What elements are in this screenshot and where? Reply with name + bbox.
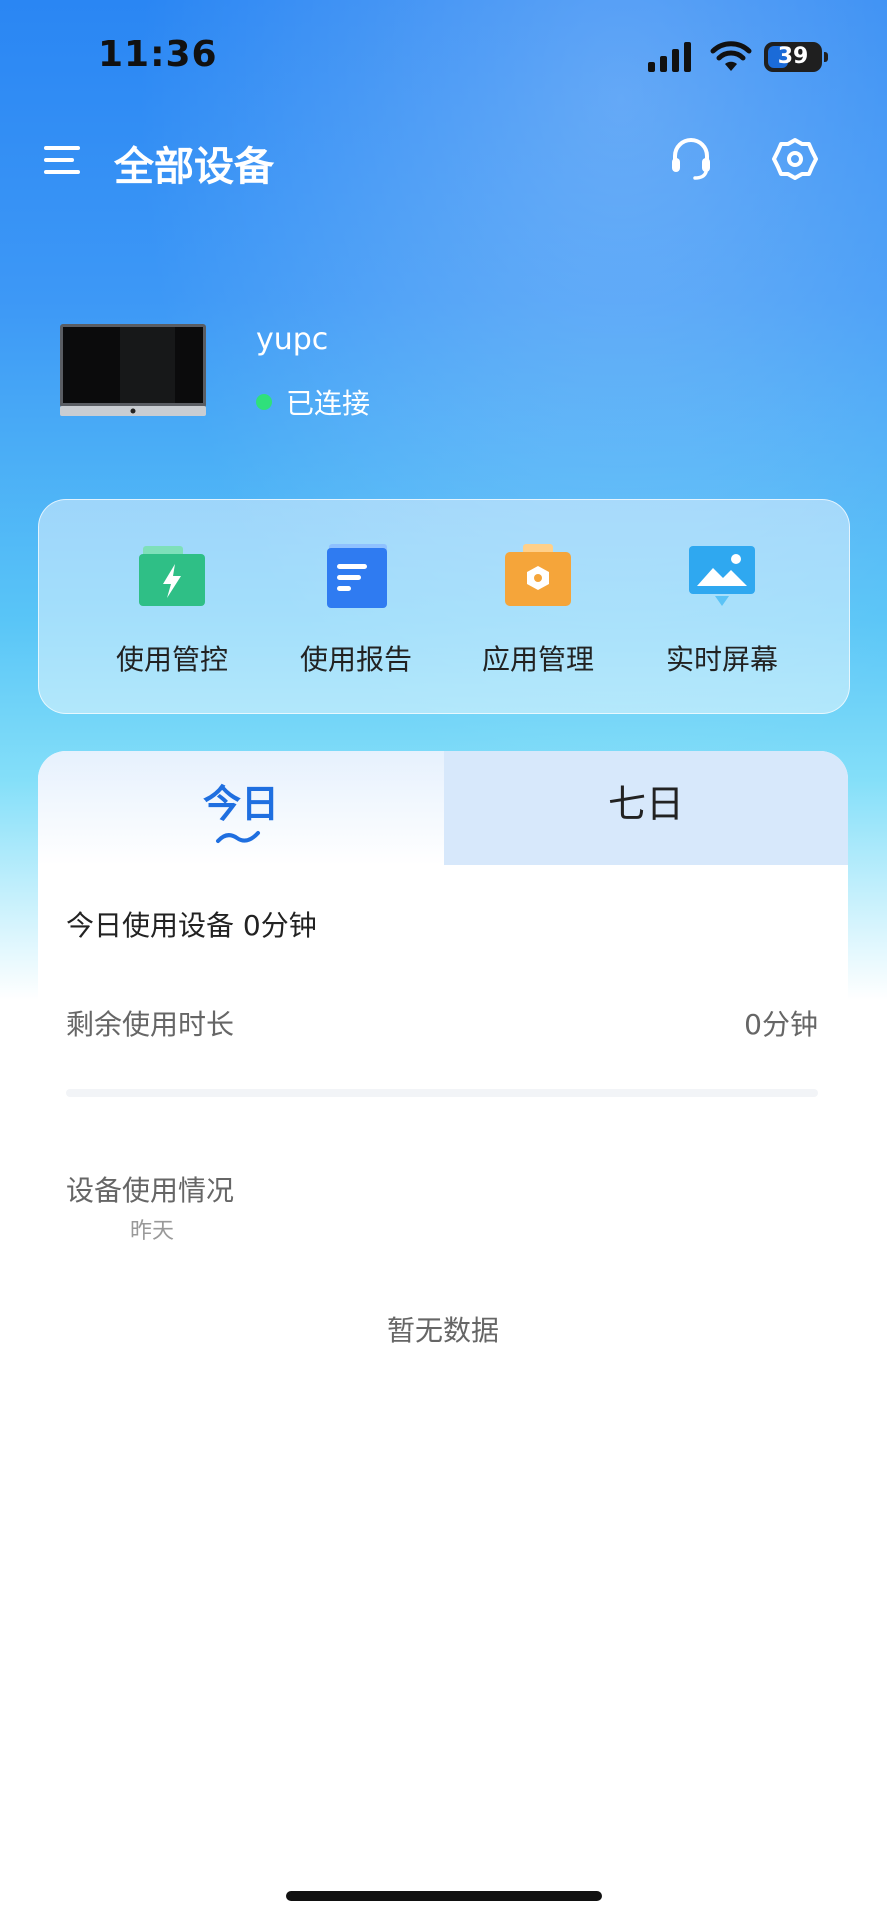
quick-action-label: 实时屏幕 [665, 643, 778, 676]
remaining-time-label: 剩余使用时长 [66, 1008, 235, 1041]
active-tab-indicator-icon [216, 831, 260, 843]
online-dot-icon [256, 394, 272, 410]
device-name: yupc [256, 322, 329, 357]
tab-label: 今日 [202, 782, 279, 826]
usage-control-button[interactable]: 使用管控 [87, 544, 257, 694]
quick-actions-panel: 使用管控 使用报告 应用管理 实时屏幕 [38, 499, 850, 714]
screen-image-icon [689, 546, 755, 606]
remaining-time-row: 剩余使用时长 0分钟 [66, 1003, 818, 1043]
live-screen-button[interactable]: 实时屏幕 [637, 544, 807, 694]
device-monitor-image [60, 324, 206, 416]
status-label: 已连接 [286, 387, 371, 420]
tab-today[interactable]: 今日 [38, 751, 444, 865]
empty-state-text: 暂无数据 [386, 1314, 499, 1347]
usage-section-title: 设备使用情况 [66, 1174, 235, 1207]
page-title: 全部设备 [114, 144, 274, 190]
quick-action-label: 使用管控 [115, 643, 228, 676]
quick-action-label: 使用报告 [299, 643, 412, 676]
tab-bar: 今日 七日 [38, 751, 848, 865]
wifi-icon [710, 41, 752, 71]
divider [66, 1089, 818, 1097]
report-document-icon [327, 544, 387, 608]
gear-icon[interactable] [772, 136, 818, 182]
battery-level: 39 [777, 44, 809, 69]
status-bar: 11:36 39 [0, 0, 887, 110]
tab-label: 七日 [607, 782, 684, 826]
today-usage-text: 今日使用设备 0分钟 [66, 909, 317, 942]
tab-seven-days[interactable]: 七日 [444, 751, 848, 865]
app-folder-icon [505, 544, 571, 606]
device-status: 已连接 [256, 382, 370, 422]
battery-icon: 39 [764, 42, 828, 72]
remaining-time-value: 0分钟 [744, 1008, 818, 1041]
status-time: 11:36 [98, 34, 218, 75]
headset-icon[interactable] [668, 136, 714, 182]
quick-action-label: 应用管理 [481, 643, 594, 676]
home-indicator[interactable] [286, 1891, 602, 1901]
usage-report-button[interactable]: 使用报告 [271, 544, 441, 694]
usage-section-subtitle: 昨天 [130, 1219, 175, 1244]
menu-icon[interactable] [44, 146, 80, 176]
app-management-button[interactable]: 应用管理 [453, 544, 623, 694]
lightning-folder-icon [139, 546, 205, 606]
cellular-signal-icon [648, 42, 691, 72]
stats-card: 今日 七日 今日使用设备 0分钟 剩余使用时长 0分钟 设备使用情况 昨天 暂无… [38, 751, 848, 1920]
